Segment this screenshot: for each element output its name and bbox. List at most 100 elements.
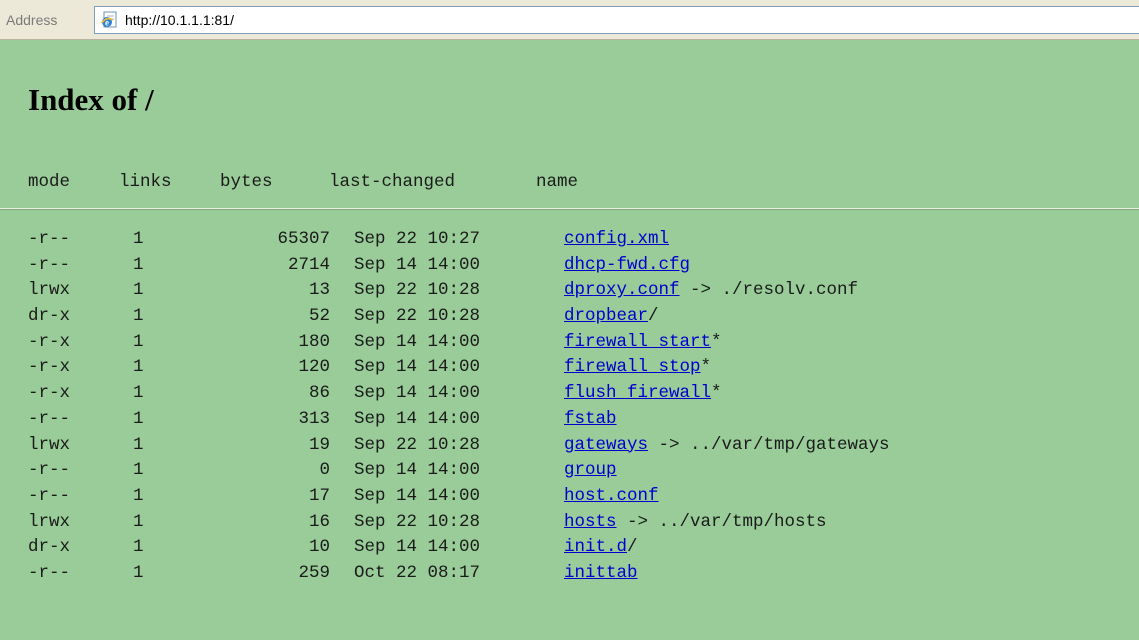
file-links: 1 bbox=[133, 408, 144, 429]
file-link[interactable]: firewall_start bbox=[564, 332, 711, 352]
file-bytes: 2714 bbox=[287, 254, 330, 275]
file-mode: dr-x bbox=[28, 306, 71, 327]
header-links: links bbox=[119, 172, 172, 192]
file-link[interactable]: inittab bbox=[564, 563, 638, 583]
file-mode: -r-- bbox=[28, 562, 71, 583]
file-links: 1 bbox=[133, 485, 144, 506]
file-mode: -r-x bbox=[28, 383, 71, 404]
file-links: 1 bbox=[133, 383, 144, 404]
file-links: 1 bbox=[133, 562, 144, 583]
file-suffix: -> ../var/tmp/gateways bbox=[648, 434, 890, 455]
file-row: lrwx 1 16 Sep 22 10:28 hosts -> ../var/tmp/h… bbox=[0, 509, 1139, 535]
file-mode: lrwx bbox=[28, 511, 71, 532]
file-name-cell: dproxy.conf -> ./resolv.conf bbox=[564, 277, 858, 303]
file-last-changed: Sep 22 10:28 bbox=[354, 280, 481, 301]
file-name-cell: flush_firewall* bbox=[564, 380, 722, 406]
file-row: -r-- 1 17 Sep 14 14:00 host.conf bbox=[0, 483, 1139, 509]
header-name: name bbox=[536, 172, 579, 192]
file-link[interactable]: host.conf bbox=[564, 486, 659, 506]
file-bytes: 65307 bbox=[277, 229, 330, 249]
file-link[interactable]: hosts bbox=[564, 512, 617, 532]
file-link[interactable]: config.xml bbox=[564, 229, 669, 249]
file-link[interactable]: init.d bbox=[564, 537, 627, 557]
file-row: -r-- 1 0 Sep 14 14:00 group bbox=[0, 457, 1139, 483]
file-row: lrwx 1 13 Sep 22 10:28 dproxy.conf -> ./reso… bbox=[0, 277, 1139, 303]
file-name-cell: group bbox=[564, 457, 617, 483]
file-link[interactable]: gateways bbox=[564, 435, 648, 455]
file-row: -r-- 1 313 Sep 14 14:00 fstab bbox=[0, 406, 1139, 432]
address-field[interactable]: e http://10.1.1.1:81/ bbox=[94, 6, 1139, 34]
file-name-cell: dropbear/ bbox=[564, 303, 659, 329]
file-bytes: 259 bbox=[298, 562, 330, 583]
file-row: -r-- 1 65307 Sep 22 10:27 config.xml bbox=[0, 226, 1139, 252]
file-bytes: 180 bbox=[298, 331, 330, 352]
header-bytes: bytes bbox=[220, 172, 273, 192]
file-suffix: * bbox=[700, 357, 712, 378]
horizontal-rule bbox=[0, 208, 1139, 210]
file-bytes: 313 bbox=[298, 408, 330, 429]
file-row: -r-- 1 259 Oct 22 08:17 inittab bbox=[0, 560, 1139, 586]
file-links: 1 bbox=[133, 254, 144, 275]
file-last-changed: Sep 22 10:27 bbox=[354, 229, 481, 249]
file-last-changed: Sep 14 14:00 bbox=[354, 383, 481, 404]
file-name-cell: firewall_stop* bbox=[564, 354, 711, 380]
file-mode: -r-- bbox=[28, 408, 71, 429]
file-last-changed: Sep 14 14:00 bbox=[354, 537, 481, 558]
file-last-changed: Sep 22 10:28 bbox=[354, 434, 481, 455]
file-mode: -r-x bbox=[28, 331, 71, 352]
file-bytes: 10 bbox=[308, 537, 330, 558]
file-name-cell: host.conf bbox=[564, 483, 659, 509]
file-name-cell: firewall_start* bbox=[564, 329, 722, 355]
file-suffix: / bbox=[648, 306, 659, 327]
address-url[interactable]: http://10.1.1.1:81/ bbox=[125, 12, 234, 28]
file-link[interactable]: dproxy.conf bbox=[564, 280, 680, 300]
file-links: 1 bbox=[133, 357, 144, 378]
file-name-cell: hosts -> ../var/tmp/hosts bbox=[564, 509, 827, 535]
file-mode: dr-x bbox=[28, 537, 71, 558]
file-name-cell: config.xml bbox=[564, 226, 669, 252]
file-name-cell: dhcp-fwd.cfg bbox=[564, 252, 690, 278]
address-label: Address bbox=[6, 12, 58, 28]
file-name-cell: gateways -> ../var/tmp/gateways bbox=[564, 432, 890, 458]
file-link[interactable]: group bbox=[564, 460, 617, 480]
file-links: 1 bbox=[133, 306, 144, 327]
file-bytes: 0 bbox=[319, 460, 330, 481]
file-link[interactable]: dropbear bbox=[564, 306, 648, 326]
file-row: dr-x 1 10 Sep 14 14:00 init.d/ bbox=[0, 534, 1139, 560]
file-row: lrwx 1 19 Sep 22 10:28 gateways -> ../var/tm… bbox=[0, 432, 1139, 458]
file-link[interactable]: dhcp-fwd.cfg bbox=[564, 255, 690, 275]
file-links: 1 bbox=[133, 229, 144, 249]
file-mode: -r-- bbox=[28, 460, 71, 481]
file-bytes: 120 bbox=[298, 357, 330, 378]
file-link[interactable]: flush_firewall bbox=[564, 383, 711, 403]
file-links: 1 bbox=[133, 537, 144, 558]
file-links: 1 bbox=[133, 511, 144, 532]
file-last-changed: Sep 14 14:00 bbox=[354, 254, 481, 275]
listing-header: mode links bytes last-changed name bbox=[28, 168, 578, 196]
file-link[interactable]: firewall_stop bbox=[564, 357, 701, 377]
file-mode: lrwx bbox=[28, 280, 71, 301]
file-last-changed: Sep 14 14:00 bbox=[354, 408, 481, 429]
page-title: Index of / bbox=[28, 82, 154, 117]
file-suffix: -> ./resolv.conf bbox=[679, 280, 859, 301]
file-name-cell: inittab bbox=[564, 560, 638, 586]
file-row: -r-x 1 180 Sep 14 14:00 firewall_start* bbox=[0, 329, 1139, 355]
file-bytes: 16 bbox=[308, 511, 330, 532]
file-links: 1 bbox=[133, 460, 144, 481]
file-listing: -r-- 1 65307 Sep 22 10:27 config.xml -r-- 1 271… bbox=[0, 226, 1139, 586]
file-bytes: 13 bbox=[308, 280, 330, 301]
file-links: 1 bbox=[133, 434, 144, 455]
file-mode: -r-x bbox=[28, 357, 71, 378]
file-last-changed: Sep 14 14:00 bbox=[354, 357, 481, 378]
address-bar: Address e http://10.1.1.1:81/ bbox=[0, 0, 1139, 40]
file-links: 1 bbox=[133, 280, 144, 301]
file-suffix: * bbox=[711, 331, 722, 352]
header-last-changed: last-changed bbox=[329, 172, 456, 192]
file-row: -r-x 1 120 Sep 14 14:00 firewall_stop* bbox=[0, 354, 1139, 380]
file-last-changed: Oct 22 08:17 bbox=[354, 562, 481, 583]
file-link[interactable]: fstab bbox=[564, 409, 617, 429]
ie-page-icon: e bbox=[99, 10, 119, 30]
file-last-changed: Sep 14 14:00 bbox=[354, 331, 481, 352]
file-mode: -r-- bbox=[28, 229, 71, 249]
file-suffix: -> ../var/tmp/hosts bbox=[616, 511, 827, 532]
